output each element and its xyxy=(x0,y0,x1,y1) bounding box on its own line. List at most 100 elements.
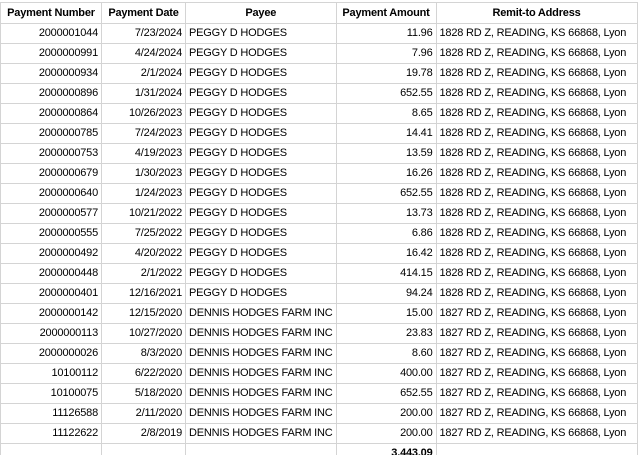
remit-address-cell[interactable]: 1828 RD Z, READING, KS 66868, Lyon xyxy=(435,183,638,204)
payment-number-cell[interactable]: 2000000679 xyxy=(0,163,102,184)
remit-address-cell[interactable]: 1828 RD Z, READING, KS 66868, Lyon xyxy=(435,203,638,224)
payment-amount-cell[interactable]: 400.00 xyxy=(335,363,437,384)
payee-cell[interactable]: PEGGY D HODGES xyxy=(185,123,337,144)
payment-amount-cell[interactable]: 414.15 xyxy=(335,263,437,284)
payment-amount-cell[interactable]: 14.41 xyxy=(335,123,437,144)
payment-date-cell[interactable]: 8/3/2020 xyxy=(101,343,186,364)
payee-cell[interactable]: DENNIS HODGES FARM INC xyxy=(185,383,337,404)
remit-address-cell[interactable]: 1828 RD Z, READING, KS 66868, Lyon xyxy=(435,143,638,164)
header-payment-number[interactable]: Payment Number xyxy=(0,2,102,24)
payment-amount-cell[interactable]: 652.55 xyxy=(335,83,437,104)
payment-date-cell[interactable]: 7/23/2024 xyxy=(101,23,186,44)
payee-cell[interactable]: DENNIS HODGES FARM INC xyxy=(185,423,337,444)
payee-cell[interactable]: DENNIS HODGES FARM INC xyxy=(185,343,337,364)
payment-number-cell[interactable]: 2000000555 xyxy=(0,223,102,244)
payment-number-cell[interactable]: 2000001044 xyxy=(0,23,102,44)
payment-date-cell[interactable]: 4/19/2023 xyxy=(101,143,186,164)
remit-address-cell[interactable]: 1827 RD Z, READING, KS 66868, Lyon xyxy=(435,383,638,404)
payment-amount-cell[interactable]: 7.96 xyxy=(335,43,437,64)
payment-number-cell[interactable]: 2000000113 xyxy=(0,323,102,344)
payee-cell[interactable]: PEGGY D HODGES xyxy=(185,163,337,184)
payment-date-cell[interactable]: 12/16/2021 xyxy=(101,283,186,304)
payment-date-cell[interactable]: 4/24/2024 xyxy=(101,43,186,64)
payee-cell[interactable]: PEGGY D HODGES xyxy=(185,23,337,44)
payment-date-cell[interactable]: 7/25/2022 xyxy=(101,223,186,244)
payment-date-cell[interactable]: 10/27/2020 xyxy=(101,323,186,344)
payment-amount-cell[interactable]: 11.96 xyxy=(335,23,437,44)
payment-number-cell[interactable]: 2000000640 xyxy=(0,183,102,204)
payment-number-cell[interactable]: 11126588 xyxy=(0,403,102,424)
remit-address-cell[interactable]: 1827 RD Z, READING, KS 66868, Lyon xyxy=(435,403,638,424)
payment-amount-cell[interactable]: 8.65 xyxy=(335,103,437,124)
payment-number-cell[interactable]: 10100112 xyxy=(0,363,102,384)
payment-amount-cell[interactable]: 200.00 xyxy=(335,423,437,444)
payment-date-cell[interactable]: 10/21/2022 xyxy=(101,203,186,224)
payment-date-cell[interactable]: 2/11/2020 xyxy=(101,403,186,424)
remit-address-cell[interactable]: 1828 RD Z, READING, KS 66868, Lyon xyxy=(435,123,638,144)
header-remit-to-address[interactable]: Remit-to Address xyxy=(435,2,638,24)
remit-address-cell[interactable]: 1827 RD Z, READING, KS 66868, Lyon xyxy=(435,323,638,344)
payment-date-cell[interactable]: 7/24/2023 xyxy=(101,123,186,144)
remit-address-cell[interactable]: 1827 RD Z, READING, KS 66868, Lyon xyxy=(435,423,638,444)
remit-address-cell[interactable]: 1828 RD Z, READING, KS 66868, Lyon xyxy=(435,163,638,184)
payee-cell[interactable]: PEGGY D HODGES xyxy=(185,143,337,164)
payee-cell[interactable]: PEGGY D HODGES xyxy=(185,43,337,64)
payment-date-cell[interactable]: 1/30/2023 xyxy=(101,163,186,184)
payment-number-cell[interactable]: 11122622 xyxy=(0,423,102,444)
payment-date-cell[interactable]: 6/22/2020 xyxy=(101,363,186,384)
payment-date-cell[interactable]: 2/1/2024 xyxy=(101,63,186,84)
payment-number-cell[interactable]: 2000000448 xyxy=(0,263,102,284)
payment-date-cell[interactable]: 5/18/2020 xyxy=(101,383,186,404)
payment-number-cell[interactable]: 2000000785 xyxy=(0,123,102,144)
payee-cell[interactable]: DENNIS HODGES FARM INC xyxy=(185,323,337,344)
remit-address-cell[interactable]: 1828 RD Z, READING, KS 66868, Lyon xyxy=(435,283,638,304)
payment-date-cell[interactable]: 1/31/2024 xyxy=(101,83,186,104)
payment-amount-cell[interactable]: 13.59 xyxy=(335,143,437,164)
payment-amount-cell[interactable]: 19.78 xyxy=(335,63,437,84)
remit-address-cell[interactable]: 1827 RD Z, READING, KS 66868, Lyon xyxy=(435,343,638,364)
payment-amount-cell[interactable]: 8.60 xyxy=(335,343,437,364)
payment-amount-cell[interactable]: 652.55 xyxy=(335,183,437,204)
payment-amount-cell[interactable]: 15.00 xyxy=(335,303,437,324)
remit-address-cell[interactable]: 1828 RD Z, READING, KS 66868, Lyon xyxy=(435,63,638,84)
payee-cell[interactable]: PEGGY D HODGES xyxy=(185,183,337,204)
payee-cell[interactable]: PEGGY D HODGES xyxy=(185,83,337,104)
header-payment-date[interactable]: Payment Date xyxy=(101,2,186,24)
payment-date-cell[interactable]: 2/1/2022 xyxy=(101,263,186,284)
payment-date-cell[interactable]: 4/20/2022 xyxy=(101,243,186,264)
payment-amount-cell[interactable]: 16.42 xyxy=(335,243,437,264)
payee-cell[interactable]: PEGGY D HODGES xyxy=(185,103,337,124)
payment-number-cell[interactable]: 2000000753 xyxy=(0,143,102,164)
total-amount-cell[interactable]: 3,443.09 xyxy=(335,443,437,455)
payment-amount-cell[interactable]: 6.86 xyxy=(335,223,437,244)
total-blank-cell[interactable] xyxy=(101,443,186,455)
payee-cell[interactable]: PEGGY D HODGES xyxy=(185,243,337,264)
payment-number-cell[interactable]: 2000000577 xyxy=(0,203,102,224)
payment-number-cell[interactable]: 2000000934 xyxy=(0,63,102,84)
payment-number-cell[interactable]: 2000000492 xyxy=(0,243,102,264)
payee-cell[interactable]: PEGGY D HODGES xyxy=(185,283,337,304)
payment-date-cell[interactable]: 1/24/2023 xyxy=(101,183,186,204)
payment-amount-cell[interactable]: 94.24 xyxy=(335,283,437,304)
remit-address-cell[interactable]: 1828 RD Z, READING, KS 66868, Lyon xyxy=(435,223,638,244)
payment-date-cell[interactable]: 2/8/2019 xyxy=(101,423,186,444)
payment-number-cell[interactable]: 2000000026 xyxy=(0,343,102,364)
payment-number-cell[interactable]: 2000000401 xyxy=(0,283,102,304)
remit-address-cell[interactable]: 1828 RD Z, READING, KS 66868, Lyon xyxy=(435,83,638,104)
payment-number-cell[interactable]: 2000000142 xyxy=(0,303,102,324)
remit-address-cell[interactable]: 1828 RD Z, READING, KS 66868, Lyon xyxy=(435,263,638,284)
remit-address-cell[interactable]: 1827 RD Z, READING, KS 66868, Lyon xyxy=(435,303,638,324)
total-blank-cell[interactable] xyxy=(435,443,638,455)
payment-amount-cell[interactable]: 16.26 xyxy=(335,163,437,184)
payee-cell[interactable]: PEGGY D HODGES xyxy=(185,223,337,244)
header-payment-amount[interactable]: Payment Amount xyxy=(335,2,437,24)
total-blank-cell[interactable] xyxy=(185,443,337,455)
payment-number-cell[interactable]: 2000000991 xyxy=(0,43,102,64)
header-payee[interactable]: Payee xyxy=(185,2,337,24)
payment-number-cell[interactable]: 2000000864 xyxy=(0,103,102,124)
payee-cell[interactable]: DENNIS HODGES FARM INC xyxy=(185,303,337,324)
payment-amount-cell[interactable]: 652.55 xyxy=(335,383,437,404)
remit-address-cell[interactable]: 1827 RD Z, READING, KS 66868, Lyon xyxy=(435,363,638,384)
payment-date-cell[interactable]: 10/26/2023 xyxy=(101,103,186,124)
payment-amount-cell[interactable]: 13.73 xyxy=(335,203,437,224)
